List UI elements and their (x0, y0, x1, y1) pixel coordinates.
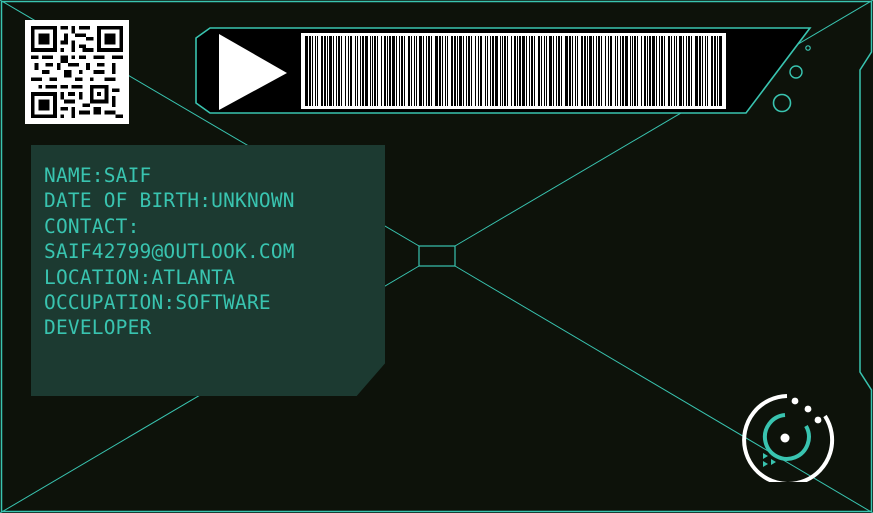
name-field: NAME:SAIF (44, 164, 152, 187)
contact-label: CONTACT: (44, 214, 140, 238)
dob-field: DATE OF BIRTH:UNKNOWN (44, 189, 295, 213)
id-info-panel: NAME:SAIF DATE OF BIRTH:UNKNOWN CONTACT:… (31, 145, 385, 396)
occupation-field-cont: DEVELOPER (44, 316, 152, 340)
center-frame-box (418, 245, 456, 267)
barcode-banner (195, 27, 812, 114)
contact-email[interactable]: SAIF42799@OUTLOOK.COM (44, 239, 295, 264)
location-field: LOCATION:ATLANTA (44, 265, 236, 289)
id-card: NAME:SAIF DATE OF BIRTH:UNKNOWN CONTACT:… (0, 0, 873, 513)
target-circle-logo (742, 394, 835, 482)
occupation-field: OCCUPATION:SOFTWARE (44, 291, 271, 315)
